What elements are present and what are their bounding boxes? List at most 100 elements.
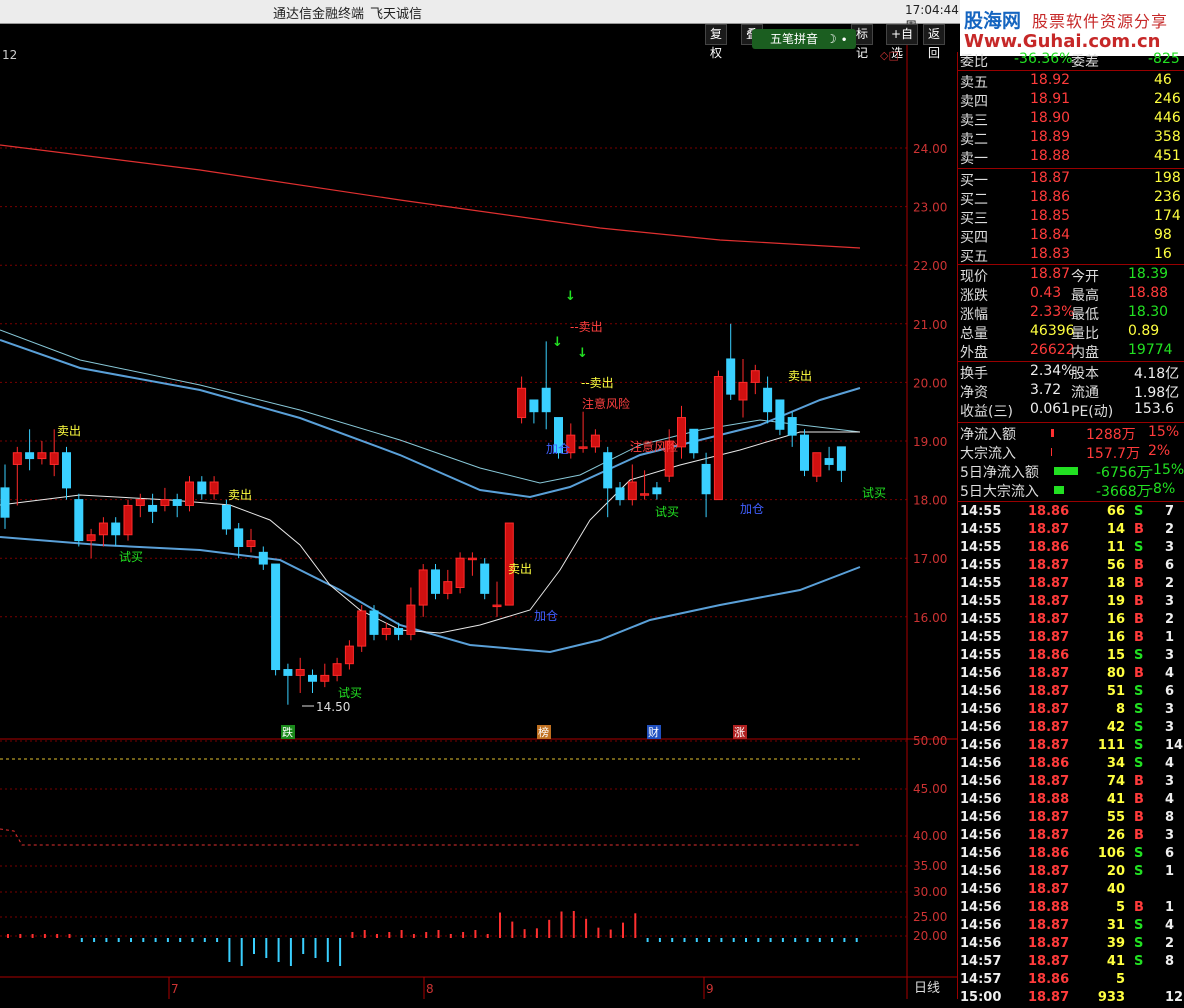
ask-label: 卖二 (960, 132, 988, 148)
indicator-tick-label: 45.00 (913, 782, 947, 796)
daily-period-label[interactable]: 日线 (914, 977, 940, 996)
ask-volume: 246 (1154, 91, 1181, 107)
tick-time: 14:56 (960, 756, 1002, 771)
tick-volume: 20 (1106, 864, 1125, 879)
ask-row: 卖三 18.90 446 (958, 110, 1184, 129)
tick-time: 14:56 (960, 936, 1002, 951)
indicator-tick-label: 35.00 (913, 859, 947, 873)
candle-body (320, 674, 330, 682)
candle-body (12, 452, 22, 465)
moon-icon: ☽ ∙ (825, 32, 848, 46)
tick-count: 4 (1165, 918, 1175, 933)
bid-price: 18.85 (1030, 208, 1071, 224)
back-button[interactable]: 返回 (923, 24, 946, 60)
tick-price: 18.87 (1028, 720, 1070, 735)
candle-body (615, 487, 625, 501)
ask-row: 卖五 18.92 46 (958, 72, 1184, 91)
tick-side: B (1134, 774, 1144, 789)
tick-row: 14:55 18.87 56 B 6 (958, 558, 1184, 576)
fund-label: 换手 (960, 366, 988, 382)
tick-time: 14:55 (960, 648, 1002, 663)
bid-row: 买一 18.87 198 (958, 170, 1184, 189)
tick-price: 18.87 (1028, 738, 1070, 753)
fund-label-2: PE(动) (1071, 404, 1114, 420)
tick-side: B (1134, 522, 1144, 537)
tick-time: 14:56 (960, 738, 1002, 753)
price-tick-label: 18.00 (913, 494, 947, 508)
stat-value: 46396 (1030, 323, 1075, 339)
candle-body (480, 563, 490, 594)
flow-row: 5日大宗流入 -3668万 -8% (958, 481, 1184, 500)
fund-value-2: 1.98亿 (1134, 385, 1180, 401)
candle-body (394, 628, 404, 635)
tick-count: 3 (1165, 540, 1175, 555)
bid-volume: 16 (1154, 246, 1172, 262)
tick-price: 18.87 (1028, 558, 1070, 573)
candle-body (86, 534, 96, 542)
bid-volume: 98 (1154, 227, 1172, 243)
candle-body (234, 528, 244, 547)
tick-count: 3 (1165, 828, 1175, 843)
ask-price: 18.90 (1030, 110, 1071, 126)
bid-price: 18.86 (1030, 189, 1071, 205)
weibi-value: -36.36% (1014, 51, 1073, 67)
bid-price: 18.83 (1030, 246, 1071, 262)
kline-chart[interactable]: 24.00 23.00 22.00 21.00 20.00 19.00 18.00 17.00… (0, 45, 957, 999)
tick-volume: 40 (1106, 882, 1125, 897)
tick-time: 14:55 (960, 612, 1002, 627)
signal-add: 加仓 (546, 442, 570, 456)
tick-price: 18.87 (1028, 954, 1070, 969)
ask-label: 卖五 (960, 75, 988, 91)
candle-body (578, 446, 588, 449)
fund-label-2: 股本 (1071, 366, 1099, 382)
flow-pct: 2% (1148, 443, 1171, 459)
candle-body (652, 487, 662, 495)
signal-buy: 试买 (862, 485, 886, 500)
candle-body (750, 370, 760, 383)
flow-value: -3668万 (1096, 484, 1151, 500)
tick-row: 14:56 18.87 20 S 1 (958, 864, 1184, 882)
stat-row: 涨跌 0.43 最高 18.88 (958, 285, 1184, 304)
flow-row: 大宗流入 157.7万 2% (958, 443, 1184, 462)
stat-value-2: 18.39 (1128, 266, 1169, 282)
signal-sell2: --卖出 (570, 320, 603, 334)
down-arrow-icon: ↓ (577, 346, 588, 361)
candle-body (135, 499, 145, 506)
tick-volume: 66 (1106, 504, 1125, 519)
tick-count: 14 (1165, 738, 1184, 753)
tick-volume: 11 (1106, 540, 1125, 555)
tick-price: 18.87 (1028, 576, 1070, 591)
signal-add: 加仓 (534, 609, 558, 623)
stat-value: 0.43 (1030, 285, 1062, 301)
tick-price: 18.86 (1028, 756, 1070, 771)
stat-label-2: 今开 (1071, 269, 1099, 285)
tick-volume: 55 (1106, 810, 1125, 825)
candle-body (381, 628, 391, 635)
tick-side: B (1134, 558, 1144, 573)
tick-time: 14:56 (960, 882, 1002, 897)
event-badge-list: 榜 (538, 725, 549, 739)
add-watchlist-button[interactable]: +自选 (886, 24, 919, 60)
candle-body (185, 481, 194, 506)
tick-row: 14:56 18.86 106 S 6 (958, 846, 1184, 864)
flow-label: 5日净流入额 (960, 465, 1039, 481)
candle-body (25, 452, 35, 460)
bid-row: 买三 18.85 174 (958, 208, 1184, 227)
candle-body (775, 399, 785, 430)
tick-time: 14:56 (960, 846, 1002, 861)
stat-label-2: 最低 (1071, 307, 1099, 323)
stat-value: 26622 (1030, 342, 1075, 358)
tick-price: 18.86 (1028, 648, 1070, 663)
bid-label: 买一 (960, 173, 988, 189)
tick-count: 3 (1165, 774, 1175, 789)
restore-rights-button[interactable]: 复权 (705, 24, 728, 60)
tick-row: 14:55 18.87 14 B 2 (958, 522, 1184, 540)
tick-side: S (1134, 846, 1144, 861)
tick-count: 6 (1165, 846, 1175, 861)
bid-volume: 174 (1154, 208, 1181, 224)
bid-price: 18.87 (1030, 170, 1071, 186)
signal-risk: 注意风险 (582, 396, 630, 411)
stat-value: 2.33% (1030, 304, 1075, 320)
tick-time: 14:55 (960, 540, 1002, 555)
tick-time: 14:56 (960, 702, 1002, 717)
